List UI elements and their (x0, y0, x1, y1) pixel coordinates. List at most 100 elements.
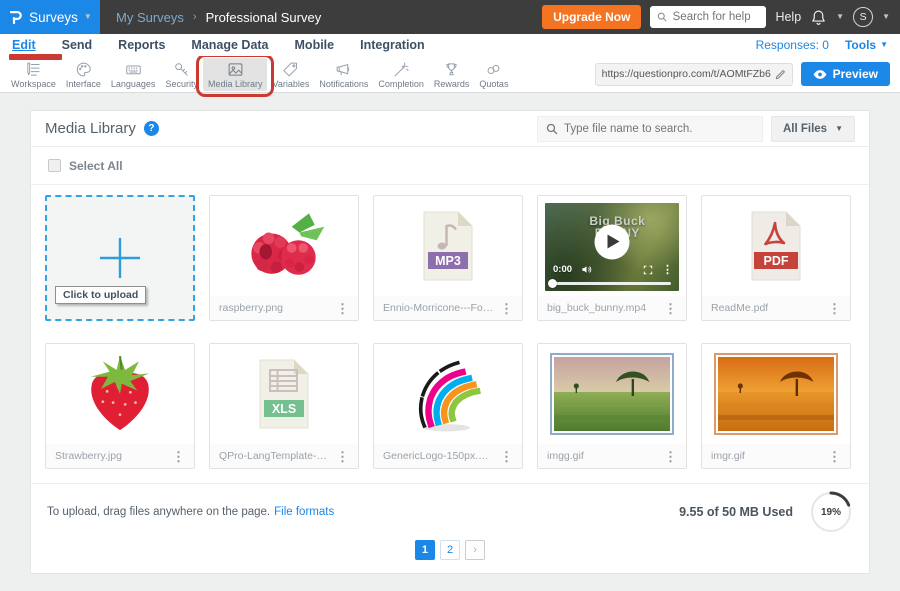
pencil-edit-icon[interactable] (775, 69, 786, 80)
media-tile-strawberry[interactable]: Strawberry.jpg ⋮ (45, 343, 195, 469)
help-search-input[interactable] (673, 11, 760, 23)
kebab-menu-icon[interactable]: ⋮ (658, 450, 683, 463)
media-tile-video[interactable]: Big BuckBUNNY 0:00 ⋮ (537, 195, 687, 321)
video-progress-bar[interactable] (553, 282, 671, 285)
notifications-bell-icon[interactable] (810, 9, 827, 26)
mp3-file-thumbnail: MP3 (374, 196, 522, 296)
media-tile-imgg[interactable]: imgg.gif ⋮ (537, 343, 687, 469)
media-tile-generic-logo[interactable]: GenericLogo-150px.png ⋮ (373, 343, 523, 469)
chain-links-icon (485, 61, 502, 78)
help-link[interactable]: Help (775, 10, 801, 24)
help-search-box[interactable] (650, 6, 766, 28)
media-tile-raspberry[interactable]: raspberry.png ⋮ (209, 195, 359, 321)
xls-badge: XLS (272, 402, 296, 416)
file-search-input[interactable] (564, 123, 754, 135)
tools-menu[interactable]: Tools▼ (845, 38, 888, 52)
media-grid-row-1: Click to upload (45, 195, 855, 321)
media-tile-mp3[interactable]: MP3 Ennio-Morricone---For-A-... ⋮ (373, 195, 523, 321)
breadcrumb-separator-icon: › (193, 11, 197, 23)
upload-tile[interactable]: Click to upload (45, 195, 195, 321)
next-page-button[interactable]: › (465, 540, 485, 560)
panel-header: Media Library ? All Files ▼ (31, 111, 869, 147)
tool-media-library[interactable]: Media Library (203, 58, 268, 91)
nav-tab-send[interactable]: Send (62, 38, 93, 52)
kebab-menu-icon[interactable]: ⋮ (658, 302, 683, 315)
help-question-icon[interactable]: ? (144, 121, 159, 136)
tool-interface[interactable]: Interface (61, 58, 106, 91)
megaphone-icon (335, 61, 352, 78)
avatar-initial: S (860, 11, 867, 23)
video-player: Big BuckBUNNY 0:00 ⋮ (545, 203, 679, 291)
nav-tab-reports[interactable]: Reports (118, 38, 165, 52)
all-files-filter[interactable]: All Files ▼ (771, 116, 855, 142)
tool-security[interactable]: Security (160, 58, 203, 91)
file-formats-link[interactable]: File formats (274, 506, 334, 518)
tool-completion[interactable]: Completion (373, 58, 429, 91)
mp3-badge: MP3 (435, 254, 461, 268)
page-button-1[interactable]: 1 (415, 540, 435, 560)
questionpro-app: Surveys ▼ My Surveys › Professional Surv… (0, 0, 900, 591)
video-time: 0:00 (553, 264, 572, 275)
tool-rewards[interactable]: Rewards (429, 58, 475, 91)
media-tile-pdf[interactable]: PDF ReadMe.pdf ⋮ (701, 195, 851, 321)
nav-tab-mobile[interactable]: Mobile (295, 38, 335, 52)
preview-button[interactable]: Preview (801, 62, 890, 86)
video-progress-knob[interactable] (548, 279, 557, 288)
video-thumbnail: Big BuckBUNNY 0:00 ⋮ (538, 196, 686, 296)
kebab-menu-icon[interactable]: ⋮ (822, 302, 847, 315)
palette-icon (75, 61, 92, 78)
file-name: QPro-LangTemplate-April... (219, 450, 330, 462)
tool-languages[interactable]: Languages (106, 58, 161, 91)
media-tile-xls[interactable]: XLS QPro-LangTemplate-April... ⋮ (209, 343, 359, 469)
page-button-2[interactable]: 2 (440, 540, 460, 560)
media-library-panel: Media Library ? All Files ▼ Select All (30, 110, 870, 574)
search-icon (657, 11, 667, 23)
kebab-menu-icon[interactable]: ⋮ (330, 302, 355, 315)
kebab-menu-icon[interactable]: ⋮ (166, 450, 191, 463)
breadcrumb-my-surveys[interactable]: My Surveys (116, 10, 184, 25)
edit-toolbar: Workspace Interface Languages Security M… (0, 56, 900, 93)
survey-nav: Edit Send Reports Manage Data Mobile Int… (0, 34, 900, 56)
select-all-checkbox[interactable] (48, 159, 61, 172)
image-icon (227, 61, 244, 78)
chevron-down-icon: ▼ (836, 13, 844, 21)
raspberry-thumbnail (210, 196, 358, 296)
file-name: raspberry.png (219, 302, 330, 314)
tool-variables[interactable]: Variables (267, 58, 314, 91)
file-name: imgr.gif (711, 450, 822, 462)
tag-icon (282, 61, 299, 78)
kebab-menu-icon[interactable]: ⋮ (494, 450, 519, 463)
file-search-box[interactable] (537, 116, 763, 142)
file-name: ReadMe.pdf (711, 302, 822, 314)
media-tile-imgr[interactable]: imgr.gif ⋮ (701, 343, 851, 469)
tool-workspace[interactable]: Workspace (6, 58, 61, 91)
responses-count[interactable]: Responses: 0 (756, 38, 829, 52)
nav-tab-integration[interactable]: Integration (360, 38, 425, 52)
questionpro-logo-icon (8, 9, 23, 25)
file-name: Ennio-Morricone---For-A-... (383, 302, 494, 314)
survey-url-input[interactable] (602, 68, 771, 80)
imgr-thumbnail (702, 344, 850, 444)
kebab-menu-icon[interactable]: ⋮ (822, 450, 847, 463)
nav-tab-edit[interactable]: Edit (12, 38, 36, 52)
upload-hint: To upload, drag files anywhere on the pa… (47, 506, 270, 518)
volume-icon[interactable] (581, 264, 592, 275)
kebab-menu-icon[interactable]: ⋮ (330, 450, 355, 463)
surveys-menu[interactable]: Surveys ▼ (0, 0, 100, 34)
keyboard-icon (125, 61, 142, 78)
play-button[interactable] (595, 224, 630, 259)
header-actions: Upgrade Now Help ▼ S ▼ (542, 5, 900, 29)
tool-quotas[interactable]: Quotas (474, 58, 513, 91)
nav-right: Responses: 0 Tools▼ (756, 38, 888, 52)
annotation-edit-red-underline (9, 54, 62, 60)
tool-notifications[interactable]: Notifications (314, 58, 373, 91)
video-kebab-icon[interactable]: ⋮ (662, 263, 673, 276)
user-avatar[interactable]: S (853, 7, 873, 27)
file-name: GenericLogo-150px.png (383, 450, 494, 462)
upgrade-now-button[interactable]: Upgrade Now (542, 5, 641, 29)
storage-percent: 19% (809, 490, 853, 534)
nav-tab-manage-data[interactable]: Manage Data (191, 38, 268, 52)
kebab-menu-icon[interactable]: ⋮ (494, 302, 519, 315)
chevron-down-icon: ▼ (882, 13, 890, 21)
fullscreen-icon[interactable] (643, 265, 653, 275)
